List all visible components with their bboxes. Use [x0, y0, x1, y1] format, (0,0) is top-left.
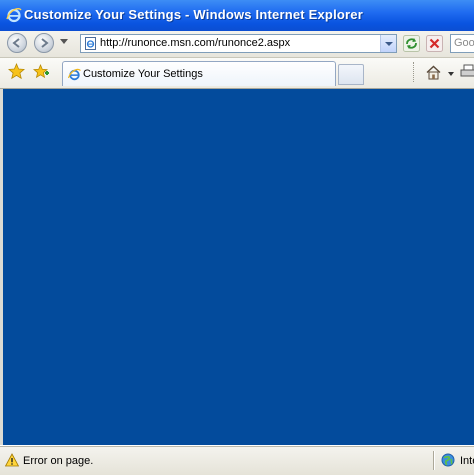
search-input[interactable]: Goo: [450, 34, 474, 53]
home-dropdown-arrow[interactable]: [448, 72, 454, 76]
back-arrow-icon: [12, 38, 20, 48]
globe-icon[interactable]: [441, 453, 455, 467]
status-message: Error on page.: [23, 455, 94, 467]
title-bar: Customize Your Settings - Windows Intern…: [0, 0, 474, 31]
favorites-star-icon[interactable]: [8, 63, 25, 80]
status-bar: Error on page. Inte: [0, 446, 474, 475]
add-to-favorites-icon[interactable]: [32, 63, 50, 80]
tab-label: Customize Your Settings: [83, 68, 203, 80]
toolbar-grip: [413, 62, 417, 82]
window-title: Customize Your Settings - Windows Intern…: [24, 7, 363, 22]
forward-arrow-icon: [41, 38, 49, 48]
page-content[interactable]: [3, 89, 474, 445]
warning-icon[interactable]: [5, 453, 19, 467]
security-zone-label: Inte: [460, 455, 474, 467]
address-dropdown-button[interactable]: [380, 35, 396, 52]
print-icon[interactable]: [460, 64, 474, 80]
recent-pages-dropdown[interactable]: [60, 39, 68, 44]
forward-button[interactable]: [34, 33, 54, 53]
stop-icon[interactable]: [426, 35, 443, 52]
page-icon: [85, 37, 96, 50]
back-button[interactable]: [7, 33, 27, 53]
ie-page-icon: [68, 68, 81, 81]
tab-customize-your-settings[interactable]: Customize Your Settings: [62, 61, 336, 86]
address-url[interactable]: http://runonce.msn.com/runonce2.aspx: [100, 37, 290, 49]
tab-bar: Customize Your Settings: [0, 58, 474, 89]
home-icon[interactable]: [425, 64, 442, 81]
status-divider: [433, 451, 434, 470]
ie-logo-icon: [6, 8, 22, 23]
new-tab-button[interactable]: [338, 64, 364, 85]
refresh-icon[interactable]: [403, 35, 420, 52]
address-bar[interactable]: http://runonce.msn.com/runonce2.aspx: [80, 34, 397, 53]
navigation-bar: http://runonce.msn.com/runonce2.aspx Goo: [0, 31, 474, 58]
search-placeholder: Goo: [454, 37, 474, 49]
